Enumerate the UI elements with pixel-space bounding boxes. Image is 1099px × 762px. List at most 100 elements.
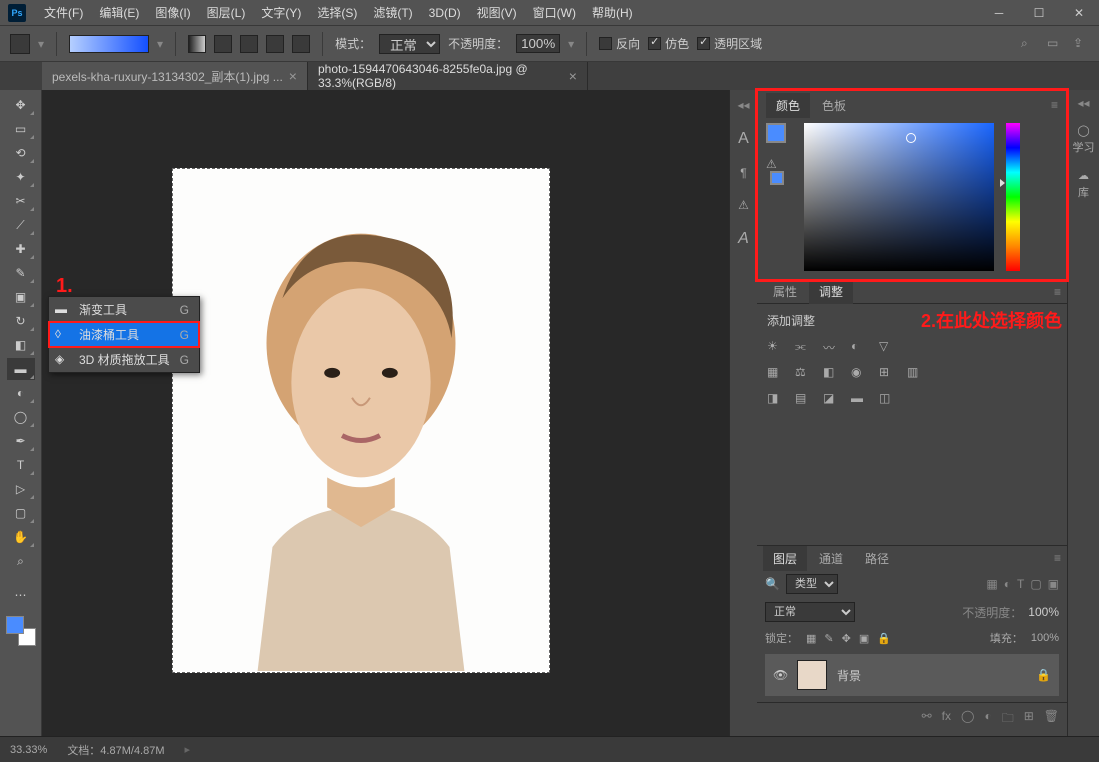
dodge-tool[interactable]: ◯ — [7, 406, 35, 428]
search-icon[interactable]: ⌕ — [1021, 36, 1037, 52]
zoom-level[interactable]: 33.33% — [10, 744, 47, 756]
gradient-radial[interactable] — [214, 35, 232, 53]
layer-opacity-value[interactable]: 100% — [1028, 605, 1059, 619]
lock-transparent-icon[interactable]: ▦ — [806, 632, 816, 645]
collapse-icon[interactable]: ◂◂ — [1077, 96, 1089, 110]
blend-mode-select[interactable]: 正常 — [379, 34, 440, 54]
document-canvas[interactable] — [172, 168, 550, 673]
filter-shape-icon[interactable]: ▢ — [1030, 577, 1041, 591]
new-fill-icon[interactable]: ◐ — [984, 709, 991, 730]
paragraph-panel-icon[interactable]: ¶ — [740, 166, 746, 180]
move-tool[interactable]: ✥ — [7, 94, 35, 116]
paths-tab[interactable]: 路径 — [855, 546, 899, 571]
menu-edit[interactable]: 编辑(E) — [91, 0, 147, 26]
transparency-checkbox[interactable]: 透明区域 — [697, 35, 762, 52]
tool-preset-picker[interactable] — [10, 34, 30, 54]
gradient-tool[interactable]: ▬ — [7, 358, 35, 380]
hue-slider[interactable] — [1006, 123, 1020, 271]
menu-3d[interactable]: 3D(D) — [421, 0, 469, 26]
flyout-gradient-tool[interactable]: ▬ 渐变工具 G — [49, 297, 199, 322]
visibility-icon[interactable]: 👁 — [773, 668, 787, 682]
layer-item[interactable]: 👁 背景 🔒 — [765, 654, 1059, 696]
hand-tool[interactable]: ✋ — [7, 526, 35, 548]
edit-toolbar[interactable]: ⋯ — [7, 584, 35, 606]
layer-name[interactable]: 背景 — [837, 667, 861, 684]
filter-pixel-icon[interactable]: ▦ — [986, 577, 997, 591]
curves-icon[interactable]: 〰 — [823, 339, 841, 357]
mixer-icon[interactable]: ⊞ — [879, 365, 897, 383]
vibrance-icon[interactable]: ▽ — [879, 339, 897, 357]
type-tool[interactable]: T — [7, 454, 35, 476]
new-layer-icon[interactable]: ⊞ — [1024, 709, 1034, 730]
adjustments-tab[interactable]: 调整 — [809, 279, 853, 304]
filter-adjust-icon[interactable]: ◐ — [1004, 577, 1011, 591]
link-layers-icon[interactable]: ⚯ — [922, 709, 932, 730]
canvas-area[interactable] — [42, 90, 729, 736]
invert-icon[interactable]: ◨ — [767, 391, 785, 409]
lock-artboard-icon[interactable]: ▣ — [859, 632, 869, 645]
brush-tool[interactable]: ✎ — [7, 262, 35, 284]
menu-select[interactable]: 选择(S) — [309, 0, 365, 26]
swatches-tab[interactable]: 色板 — [812, 93, 856, 118]
gradient-picker[interactable] — [69, 35, 149, 53]
lookup-icon[interactable]: ▥ — [907, 365, 925, 383]
panel-menu-icon[interactable]: ≡ — [1051, 98, 1058, 112]
gradient-linear[interactable] — [188, 35, 206, 53]
marquee-tool[interactable]: ▭ — [7, 118, 35, 140]
new-group-icon[interactable]: 🗀 — [1002, 709, 1014, 730]
close-icon[interactable]: × — [289, 68, 297, 84]
exposure-icon[interactable]: ◐ — [851, 339, 869, 357]
minimize-button[interactable]: ─ — [979, 0, 1019, 26]
brightness-icon[interactable]: ☀ — [767, 339, 785, 357]
filter-type-icon[interactable]: T — [1017, 577, 1024, 591]
flyout-paint-bucket-tool[interactable]: ◊ 油漆桶工具 G — [49, 322, 199, 347]
posterize-icon[interactable]: ▤ — [795, 391, 813, 409]
rectangle-tool[interactable]: ▢ — [7, 502, 35, 524]
healing-tool[interactable]: ✚ — [7, 238, 35, 260]
doc-tab[interactable]: photo-1594470643046-8255fe0a.jpg @ 33.3%… — [308, 62, 588, 90]
document-size[interactable]: 文档：4.87M/4.87M — [67, 742, 164, 758]
dither-checkbox[interactable]: 仿色 — [648, 35, 689, 52]
workspace-icon[interactable]: ▭ — [1047, 36, 1063, 52]
quick-select-tool[interactable]: ✦ — [7, 166, 35, 188]
threshold-icon[interactable]: ◪ — [823, 391, 841, 409]
layer-filter-type[interactable]: 类型 — [786, 574, 838, 594]
levels-icon[interactable]: ⫘ — [795, 339, 813, 357]
photo-filter-icon[interactable]: ◉ — [851, 365, 869, 383]
flyout-3d-material-tool[interactable]: ◈ 3D 材质拖放工具 G — [49, 347, 199, 372]
layer-mask-icon[interactable]: ◯ — [961, 709, 974, 730]
warning-icon[interactable]: ⚠ — [738, 198, 749, 212]
lasso-tool[interactable]: ⟲ — [7, 142, 35, 164]
learn-panel-button[interactable]: ◯学习 — [1073, 124, 1095, 155]
close-icon[interactable]: × — [569, 68, 577, 84]
eyedropper-tool[interactable]: ⟋ — [7, 214, 35, 236]
opacity-input[interactable] — [516, 34, 560, 53]
channels-tab[interactable]: 通道 — [809, 546, 853, 571]
gradient-reflected[interactable] — [266, 35, 284, 53]
status-more-icon[interactable]: ▸ — [185, 743, 191, 756]
color-bg-swatch[interactable] — [770, 171, 784, 185]
lock-paint-icon[interactable]: ✎ — [824, 632, 833, 645]
selective-icon[interactable]: ◫ — [879, 391, 897, 409]
hue-icon[interactable]: ▦ — [767, 365, 785, 383]
character-panel-icon[interactable]: A — [738, 130, 749, 148]
menu-layer[interactable]: 图层(L) — [199, 0, 254, 26]
menu-filter[interactable]: 滤镜(T) — [365, 0, 420, 26]
crop-tool[interactable]: ✂ — [7, 190, 35, 212]
menu-help[interactable]: 帮助(H) — [584, 0, 641, 26]
blur-tool[interactable]: ◐ — [7, 382, 35, 404]
path-select-tool[interactable]: ▷ — [7, 478, 35, 500]
stamp-tool[interactable]: ▣ — [7, 286, 35, 308]
fill-value[interactable]: 100% — [1031, 632, 1059, 644]
close-button[interactable]: ✕ — [1059, 0, 1099, 26]
pen-tool[interactable]: ✒ — [7, 430, 35, 452]
menu-type[interactable]: 文字(Y) — [253, 0, 309, 26]
color-fg-swatch[interactable] — [766, 123, 786, 143]
color-swatches[interactable] — [6, 616, 36, 646]
doc-tab[interactable]: pexels-kha-ruxury-13134302_副本(1).jpg ...… — [42, 62, 308, 90]
glyph-panel-icon[interactable]: A — [738, 230, 749, 248]
zoom-tool[interactable]: ⌕ — [7, 550, 35, 572]
gradient-angle[interactable] — [240, 35, 258, 53]
share-icon[interactable]: ⇪ — [1073, 36, 1089, 52]
layers-tab[interactable]: 图层 — [763, 546, 807, 571]
